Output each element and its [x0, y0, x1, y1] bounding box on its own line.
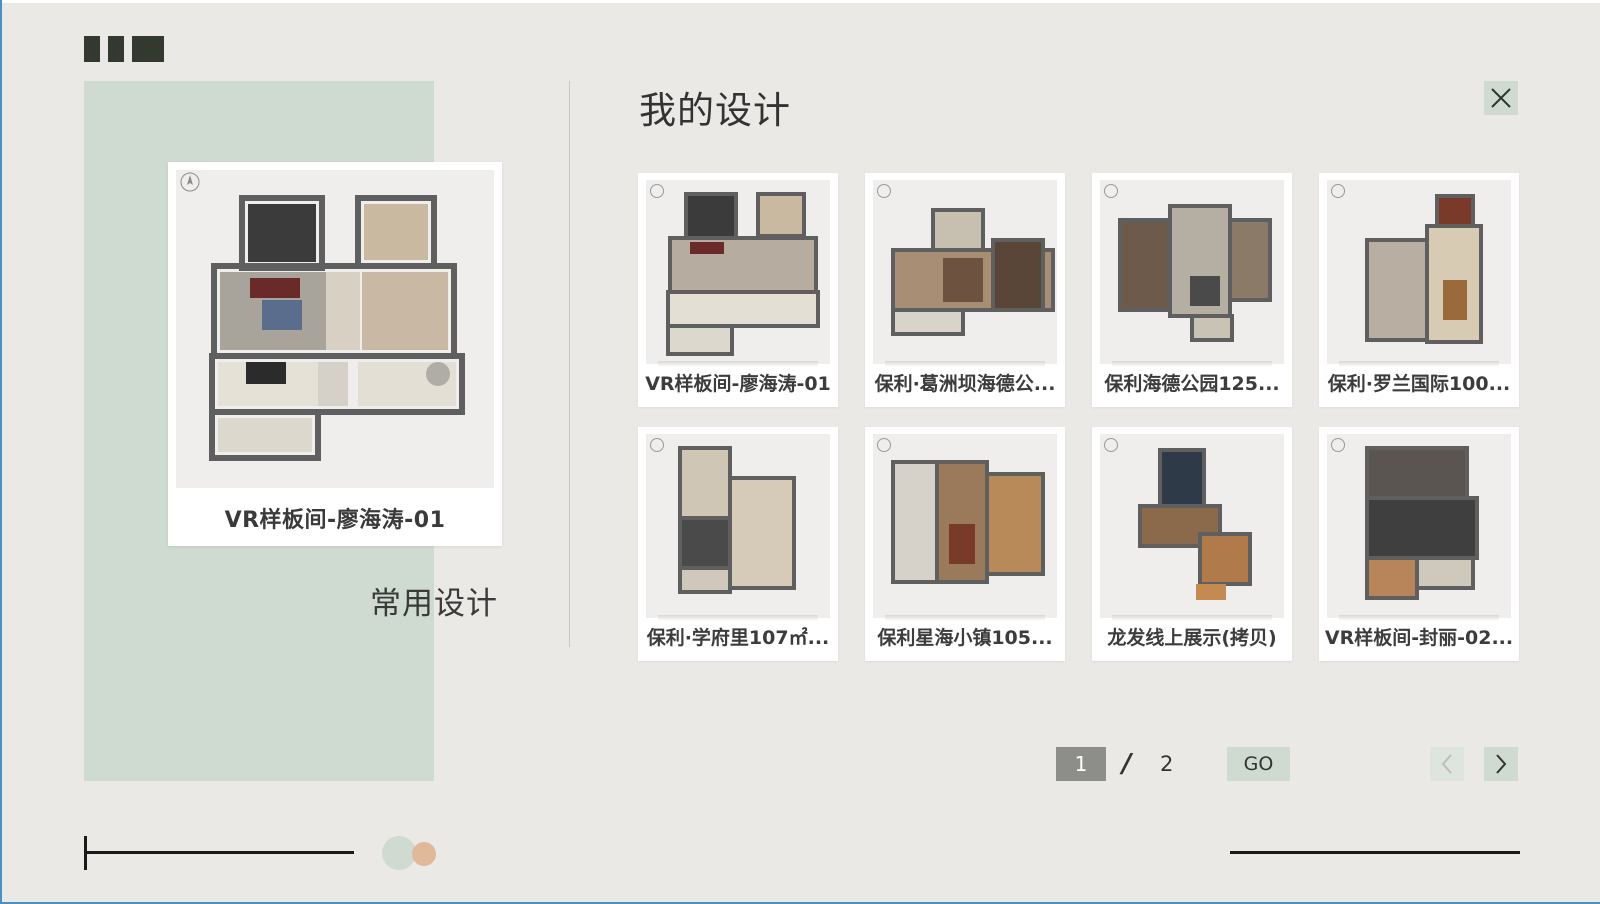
- compass-icon: [1331, 438, 1345, 452]
- design-card[interactable]: 保利·罗兰国际100...: [1319, 173, 1519, 407]
- vertical-divider: [569, 81, 570, 647]
- thumbnail-shadow: [1339, 615, 1499, 621]
- featured-design-card[interactable]: VR样板间-廖海涛-01: [168, 162, 502, 546]
- design-card-title: 保利海德公园125...: [1104, 373, 1280, 395]
- common-design-label: 常用设计: [370, 586, 498, 622]
- page-title: 我的设计: [639, 89, 791, 132]
- compass-icon: [1104, 184, 1118, 198]
- design-card-title: 保利·学府里107㎡...: [646, 627, 830, 649]
- floorplan-thumbnail: [1327, 180, 1511, 364]
- previous-page-button[interactable]: [1430, 747, 1464, 781]
- design-card[interactable]: VR样板间-廖海涛-01: [638, 173, 838, 407]
- top-frame-line: [0, 0, 1600, 3]
- floorplan-thumbnail: [1327, 434, 1511, 618]
- design-card[interactable]: 保利·学府里107㎡...: [638, 427, 838, 661]
- logo-block: [132, 36, 164, 62]
- logo-icon: [84, 36, 164, 62]
- floorplan-thumbnail: [1100, 434, 1284, 618]
- logo-block: [108, 36, 124, 62]
- design-card-title: 保利·罗兰国际100...: [1327, 373, 1511, 395]
- floorplan-thumbnail: [1100, 180, 1284, 364]
- thumbnail-shadow: [1112, 361, 1272, 367]
- compass-icon: [650, 438, 664, 452]
- design-card[interactable]: 龙发线上展示(拷贝): [1092, 427, 1292, 661]
- design-card[interactable]: 保利海德公园125...: [1092, 173, 1292, 407]
- thumbnail-shadow: [658, 615, 818, 621]
- left-frame-line: [0, 0, 2, 904]
- next-page-button[interactable]: [1484, 747, 1518, 781]
- decor-line-left: [84, 851, 354, 854]
- go-button[interactable]: GO: [1227, 747, 1290, 781]
- floorplan-thumbnail: [646, 180, 830, 364]
- total-pages: 2: [1160, 752, 1174, 776]
- chevron-right-icon: [1496, 754, 1507, 774]
- logo-block: [84, 36, 100, 62]
- close-icon: [1491, 88, 1511, 108]
- compass-icon: [1331, 184, 1345, 198]
- thumbnail-shadow: [658, 361, 818, 367]
- compass-icon: [650, 184, 664, 198]
- thumbnail-shadow: [1339, 361, 1499, 367]
- design-card-title: VR样板间-封丽-02...: [1324, 627, 1514, 649]
- design-card[interactable]: 保利·葛洲坝海德公...: [865, 173, 1065, 407]
- current-page-field[interactable]: 1: [1056, 747, 1106, 781]
- decor-dot-tan: [412, 842, 436, 866]
- chevron-left-icon: [1441, 754, 1452, 774]
- floorplan-thumbnail: [873, 434, 1057, 618]
- floorplan-thumbnail: [646, 434, 830, 618]
- page-separator: /: [1122, 749, 1132, 779]
- design-card[interactable]: 保利星海小镇105...: [865, 427, 1065, 661]
- decor-dot-green: [382, 836, 416, 870]
- design-card[interactable]: VR样板间-封丽-02...: [1319, 427, 1519, 661]
- close-button[interactable]: [1484, 81, 1518, 115]
- compass-icon: [877, 438, 891, 452]
- thumbnail-shadow: [885, 615, 1045, 621]
- compass-icon: [1104, 438, 1118, 452]
- design-card-title: VR样板间-廖海涛-01: [645, 373, 831, 395]
- thumbnail-shadow: [885, 361, 1045, 367]
- featured-design-title: VR样板间-廖海涛-01: [224, 508, 446, 533]
- floorplan-thumbnail: [176, 170, 494, 488]
- compass-icon: [877, 184, 891, 198]
- thumbnail-shadow: [1112, 615, 1272, 621]
- floorplan-thumbnail: [873, 180, 1057, 364]
- decor-line-right: [1230, 851, 1520, 854]
- design-card-title: 龙发线上展示(拷贝): [1107, 627, 1277, 649]
- design-card-title: 保利·葛洲坝海德公...: [874, 373, 1056, 395]
- design-card-title: 保利星海小镇105...: [877, 627, 1053, 649]
